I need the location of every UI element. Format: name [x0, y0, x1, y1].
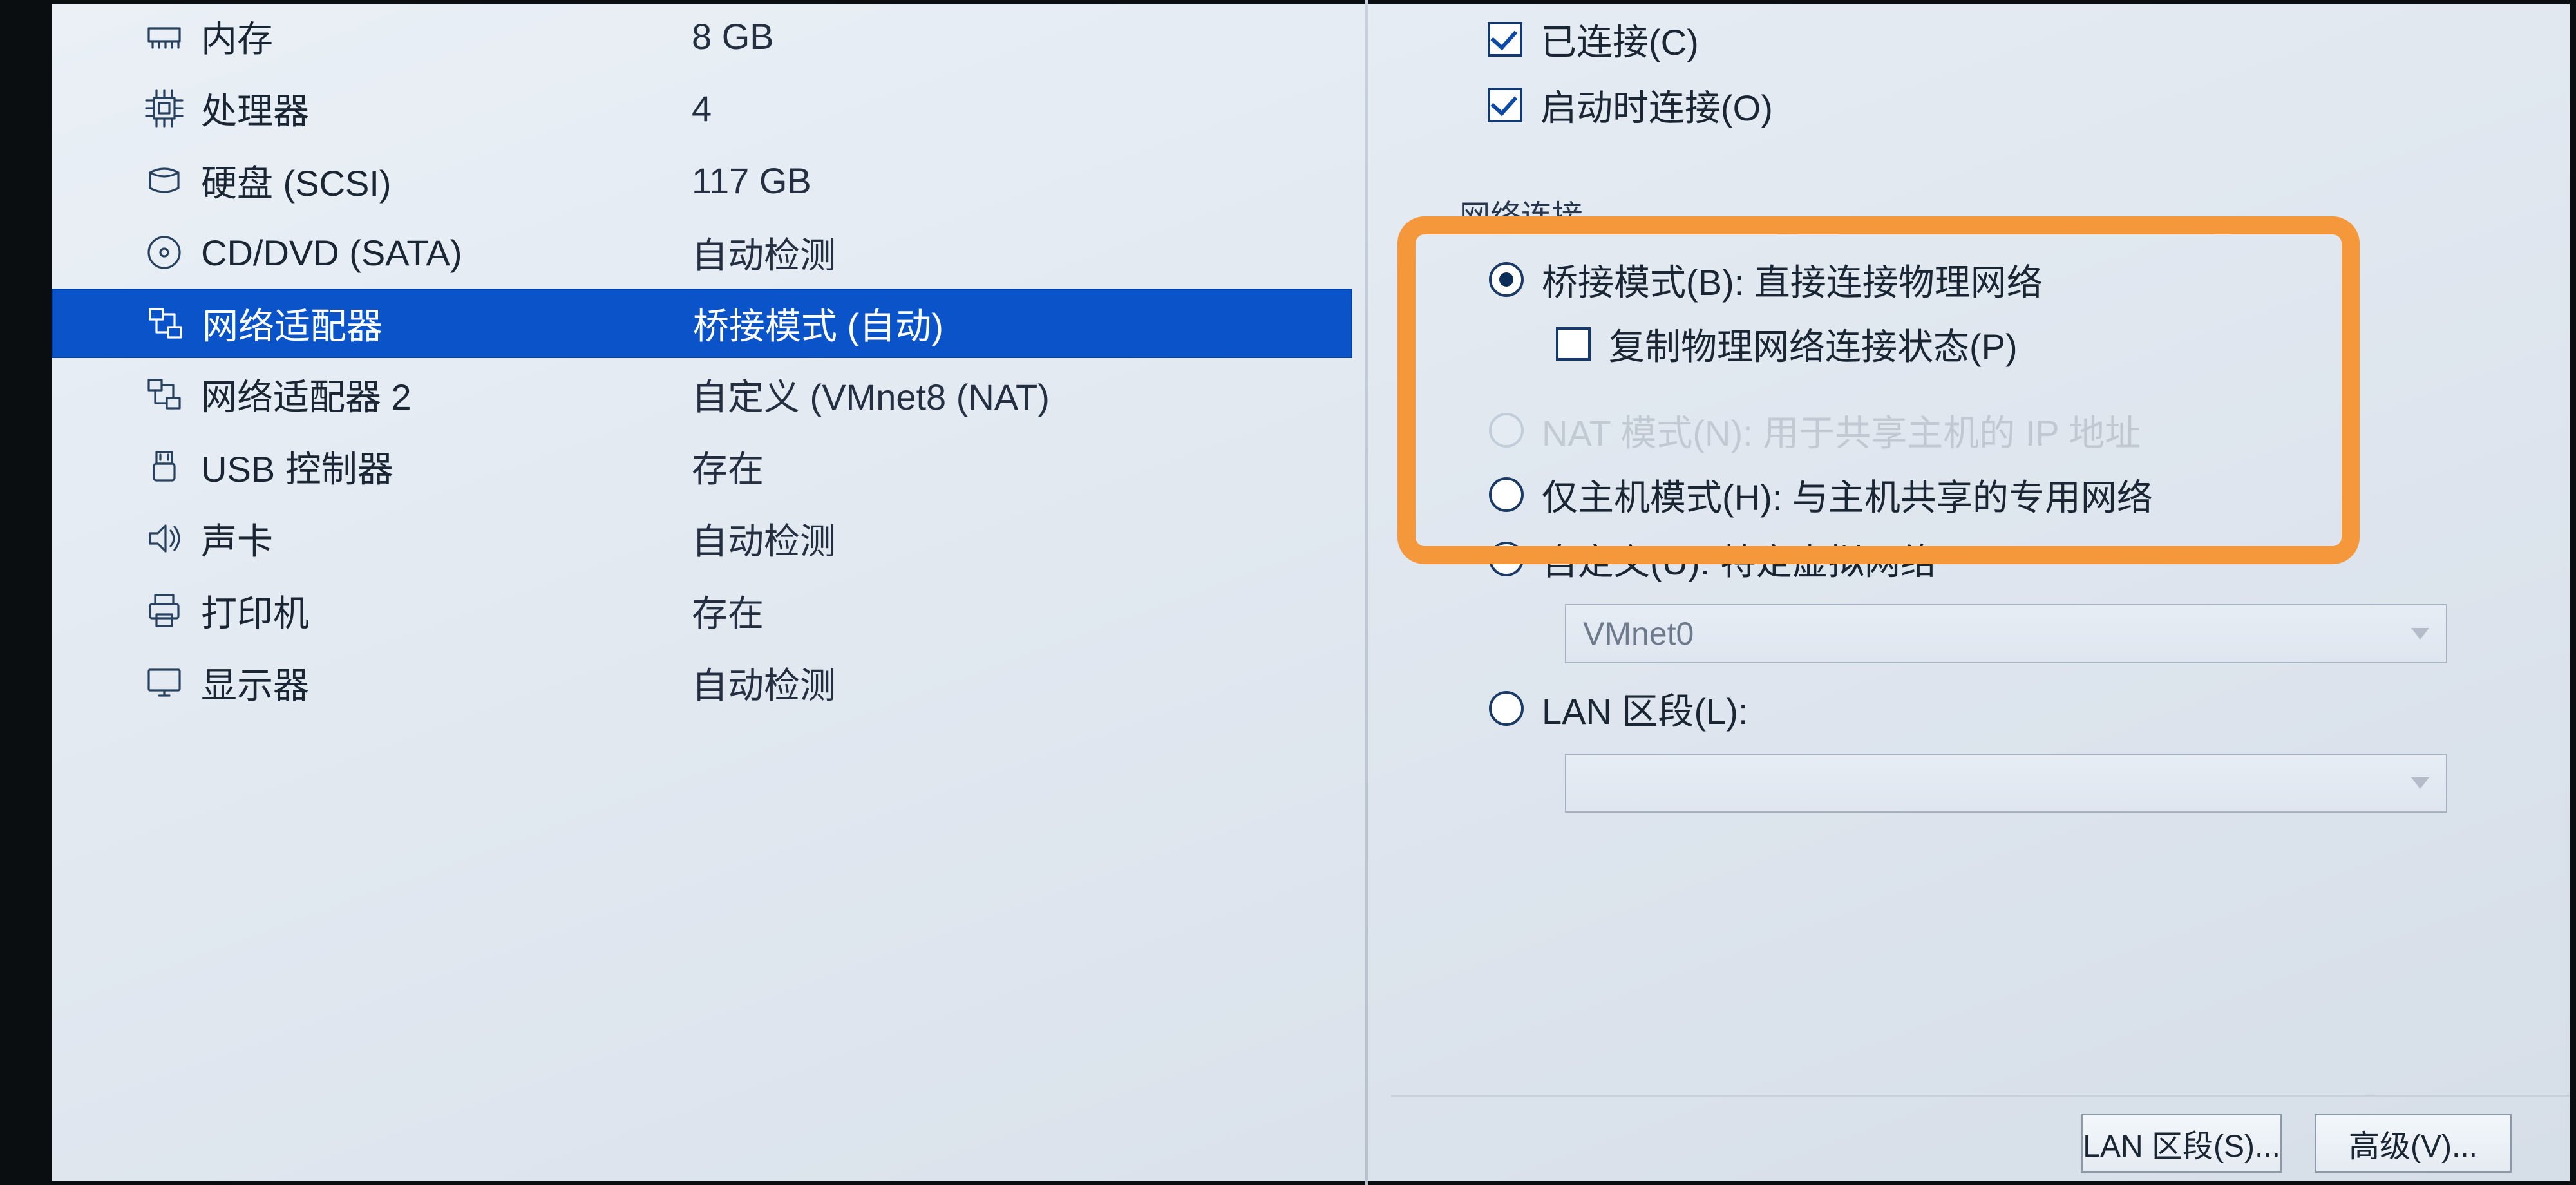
hardware-row-cpu[interactable]: 处理器 4: [52, 72, 1352, 144]
hardware-row-display[interactable]: 显示器自动检测: [52, 647, 1352, 719]
connect-at-poweron-label: 启动时连接(O): [1540, 79, 1773, 131]
lan-segment-label: LAN 区段(L):: [1542, 683, 1748, 735]
hardware-value: 117 GB: [692, 160, 1352, 202]
hardware-name: 网络适配器 2: [201, 368, 677, 421]
lan-segment-option[interactable]: LAN 区段(L):: [1436, 676, 2524, 741]
connect-at-poweron-option[interactable]: 启动时连接(O): [1423, 72, 2537, 138]
hardware-list-pane: 内存 8 GB 处理器 4 硬盘 (SCSI) 117 GB CD/DVD (SATA) 自动…: [52, 0, 1352, 1185]
hardware-value: 存在: [692, 585, 1352, 637]
hardware-row-usb[interactable]: USB 控制器存在: [52, 430, 1352, 502]
hardware-row-memory[interactable]: 内存 8 GB: [52, 0, 1352, 72]
hardware-name: 显示器: [201, 657, 677, 709]
nat-label: NAT 模式(N): 用于共享主机的 IP 地址: [1542, 404, 2141, 457]
chevron-down-icon: [2411, 777, 2429, 789]
hardware-name: 处理器: [201, 82, 677, 135]
advanced-button-label: 高级(V)...: [2349, 1121, 2477, 1166]
hardware-row-audio[interactable]: 声卡自动检测: [52, 502, 1352, 574]
hostonly-option[interactable]: 仅主机模式(H): 与主机共享的专用网络: [1436, 462, 2524, 527]
device-status-group: 已连接(C) 启动时连接(O): [1391, 0, 2570, 157]
network-icon: [142, 372, 187, 417]
memory-icon: [142, 14, 187, 59]
custom-network-select[interactable]: VMnet0: [1565, 604, 2447, 663]
pane-separator: [1365, 0, 1368, 1185]
hostonly-label: 仅主机模式(H): 与主机共享的专用网络: [1542, 469, 2153, 521]
connected-checkbox[interactable]: [1488, 22, 1522, 57]
hardware-value: 4: [692, 88, 1352, 129]
replicate-state-label: 复制物理网络连接状态(P): [1609, 318, 2018, 370]
hdd-icon: [142, 158, 187, 203]
hardware-name: 打印机: [201, 585, 677, 637]
hardware-name: 网络适配器: [202, 298, 679, 350]
device-settings-pane: 已连接(C) 启动时连接(O) 网络连接 桥接模式(B): 直接连接物理网络 复…: [1391, 0, 2570, 1185]
hardware-value: 自动检测: [692, 227, 1352, 279]
printer-icon: [142, 588, 187, 633]
custom-label: 自定义(U): 特定虚拟网络: [1542, 533, 1937, 585]
custom-network-value: VMnet0: [1583, 615, 1694, 652]
hardware-name: USB 控制器: [201, 441, 677, 493]
hardware-name: CD/DVD (SATA): [201, 232, 677, 274]
hardware-name: 声卡: [201, 513, 677, 565]
advanced-button[interactable]: 高级(V)...: [2315, 1114, 2512, 1173]
cpu-icon: [142, 86, 187, 131]
photo-right-edge: [2570, 0, 2576, 1185]
bridged-option[interactable]: 桥接模式(B): 直接连接物理网络: [1436, 247, 2524, 312]
hardware-value: 自定义 (VMnet8 (NAT): [692, 368, 1352, 421]
connected-option[interactable]: 已连接(C): [1423, 6, 2537, 72]
hardware-row-hdd[interactable]: 硬盘 (SCSI) 117 GB: [52, 144, 1352, 216]
cd-icon: [142, 230, 187, 275]
custom-radio[interactable]: [1489, 542, 1524, 576]
settings-button-row: LAN 区段(S)... 高级(V)...: [1391, 1095, 2570, 1172]
connect-at-poweron-checkbox[interactable]: [1488, 88, 1522, 122]
hardware-value: 自动检测: [692, 513, 1352, 565]
hardware-value: 桥接模式 (自动): [693, 298, 1351, 350]
hardware-row-net2[interactable]: 网络适配器 2 自定义 (VMnet8 (NAT): [52, 358, 1352, 430]
display-icon: [142, 660, 187, 705]
usb-icon: [142, 444, 187, 489]
lan-segments-button[interactable]: LAN 区段(S)...: [2081, 1114, 2282, 1173]
custom-option[interactable]: 自定义(U): 特定虚拟网络: [1436, 527, 2524, 591]
hardware-row-printer[interactable]: 打印机存在: [52, 574, 1352, 647]
hostonly-radio[interactable]: [1489, 477, 1524, 512]
connected-label: 已连接(C): [1540, 14, 1699, 66]
replicate-state-checkbox[interactable]: [1556, 327, 1591, 361]
bridged-radio[interactable]: [1489, 262, 1524, 297]
hardware-name: 硬盘 (SCSI): [201, 155, 677, 207]
replicate-state-option[interactable]: 复制物理网络连接状态(P): [1436, 312, 2524, 376]
hardware-value: 自动检测: [692, 657, 1352, 709]
hardware-row-cd[interactable]: CD/DVD (SATA) 自动检测: [52, 216, 1352, 289]
hardware-value: 存在: [692, 441, 1352, 493]
lan-segment-select[interactable]: [1565, 754, 2447, 813]
network-group-title: 网络连接: [1453, 191, 1589, 236]
hardware-row-net1[interactable]: 网络适配器桥接模式 (自动): [52, 289, 1352, 358]
network-icon: [143, 301, 188, 346]
lan-segments-button-label: LAN 区段(S)...: [2083, 1121, 2280, 1166]
nat-option[interactable]: NAT 模式(N): 用于共享主机的 IP 地址: [1436, 398, 2524, 462]
lan-segment-radio[interactable]: [1489, 691, 1524, 726]
audio-icon: [142, 516, 187, 561]
photo-left-edge: [0, 0, 52, 1185]
hardware-value: 8 GB: [692, 15, 1352, 57]
hardware-name: 内存: [201, 10, 677, 62]
chevron-down-icon: [2411, 628, 2429, 640]
network-connection-group: 网络连接 桥接模式(B): 直接连接物理网络 复制物理网络连接状态(P) NAT…: [1417, 196, 2544, 851]
hardware-list[interactable]: 内存 8 GB 处理器 4 硬盘 (SCSI) 117 GB CD/DVD (SATA) 自动…: [52, 0, 1352, 719]
nat-radio[interactable]: [1489, 413, 1524, 448]
bridged-label: 桥接模式(B): 直接连接物理网络: [1542, 254, 2043, 306]
